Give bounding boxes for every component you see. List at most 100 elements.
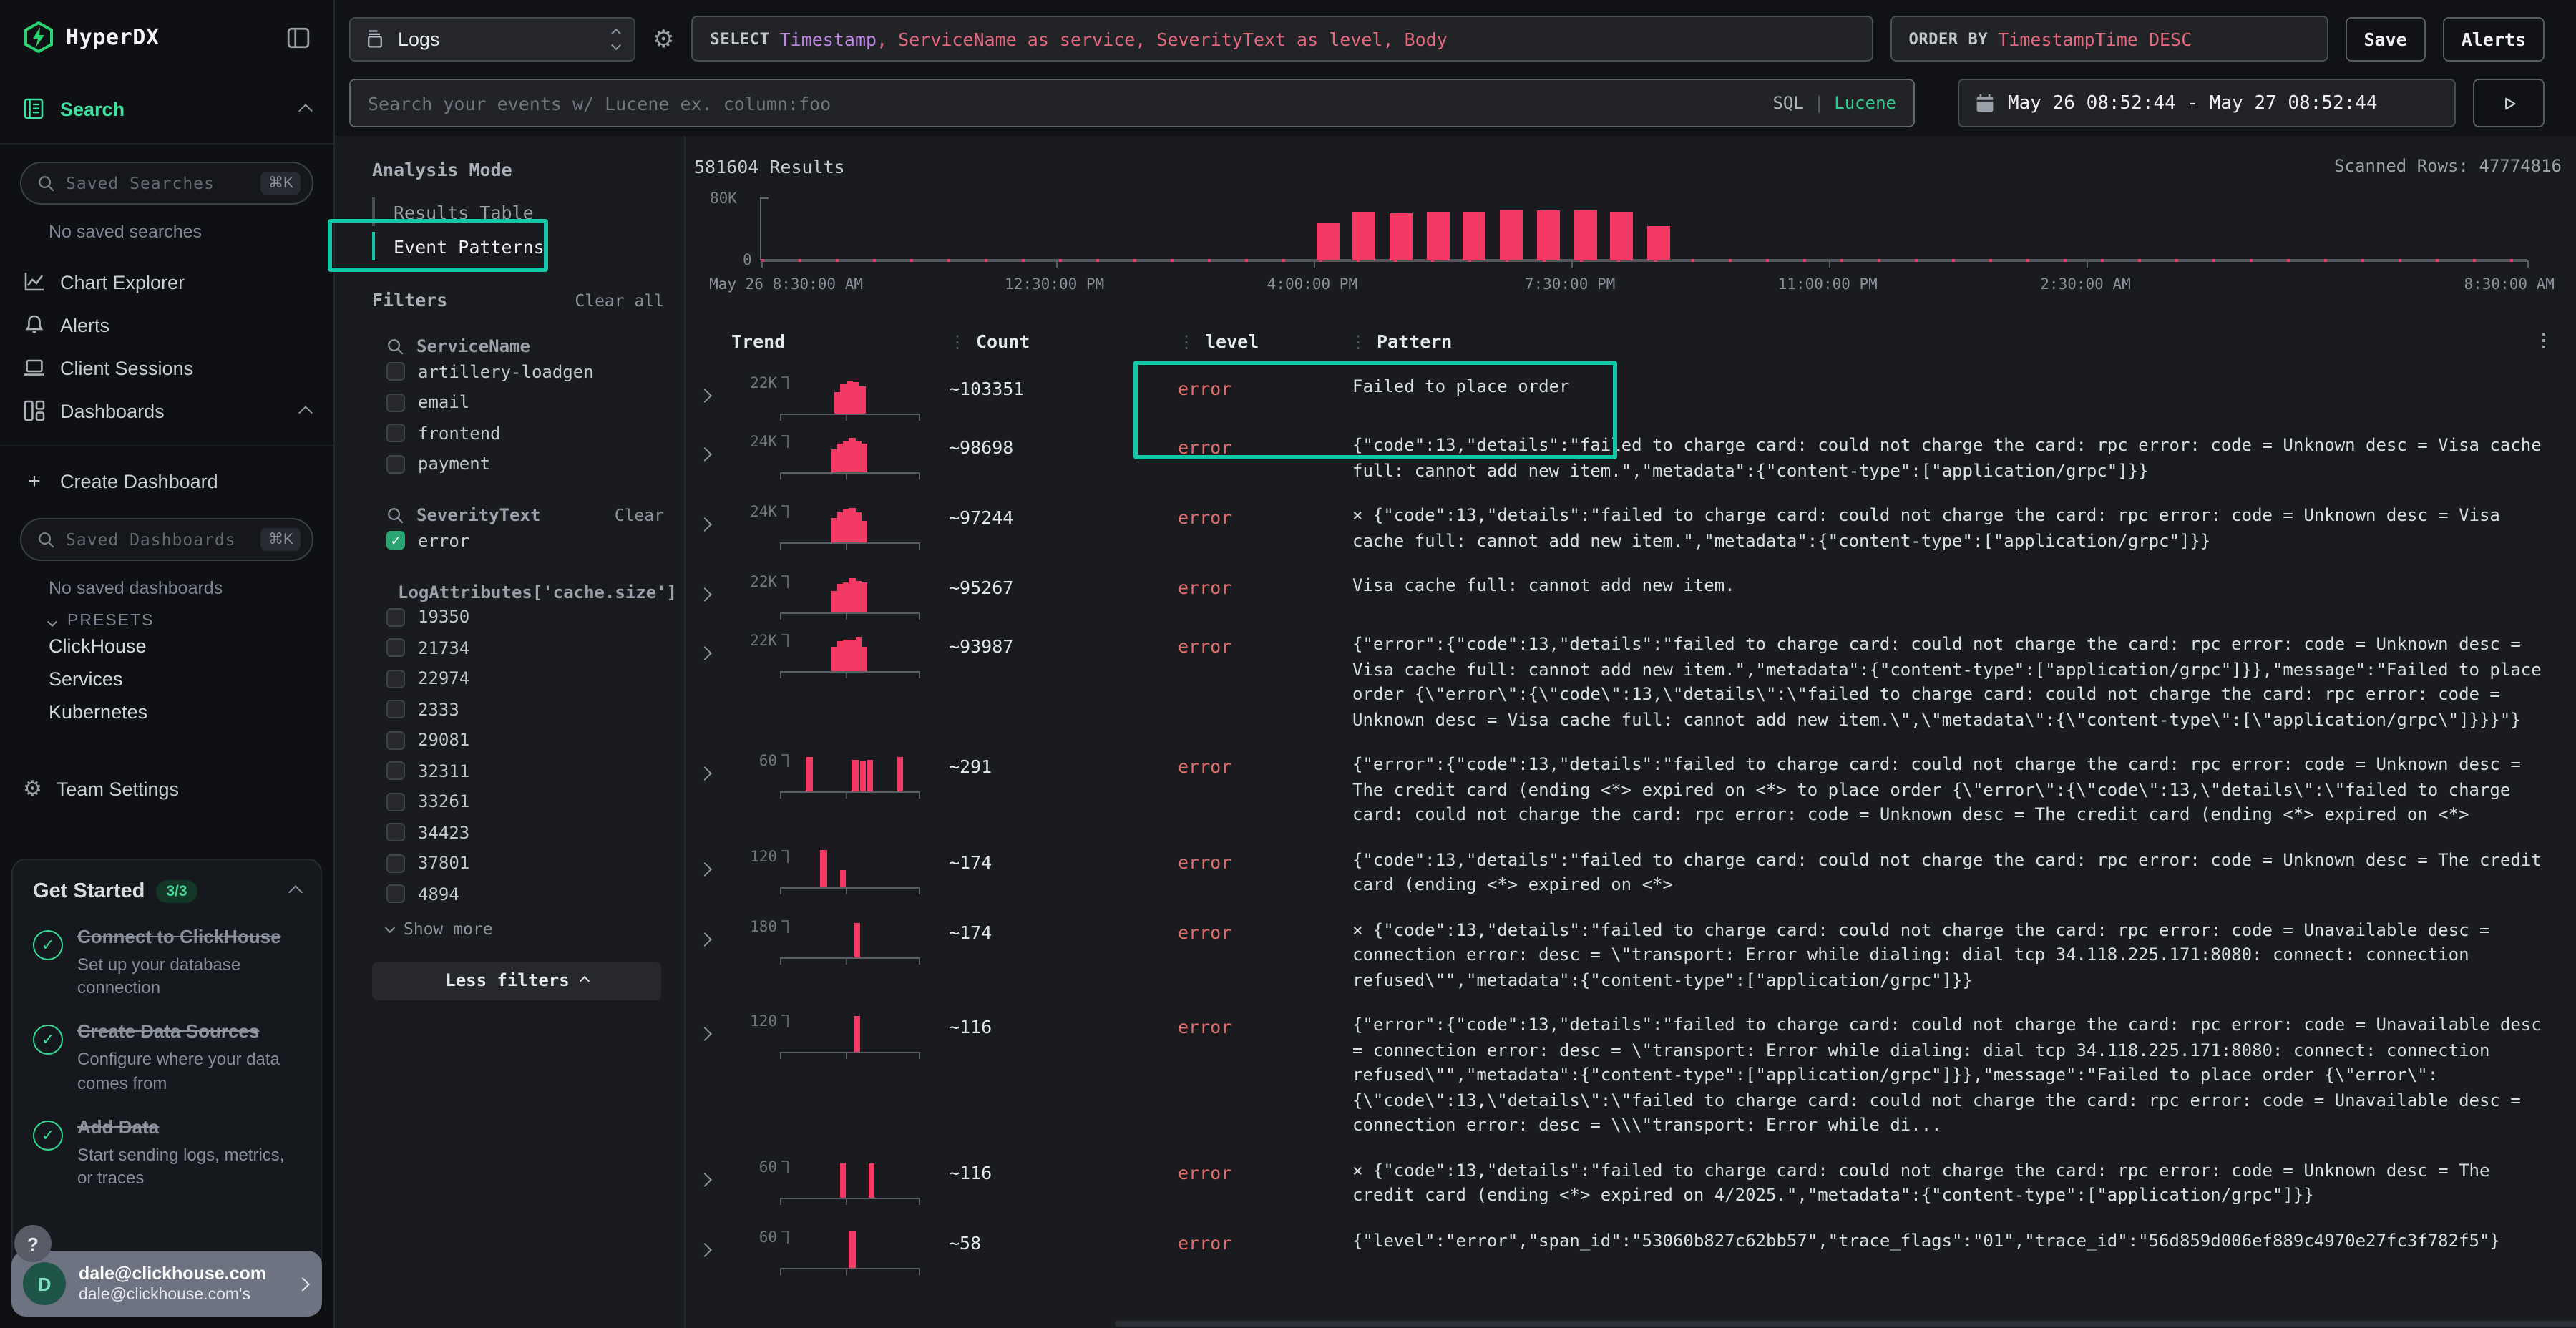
- get-started-item[interactable]: ✓ Add Data Start sending logs, metrics, …: [33, 1115, 301, 1190]
- clear-all-filters-link[interactable]: Clear all: [575, 290, 664, 311]
- help-button[interactable]: ?: [14, 1225, 52, 1262]
- row-expand-chevron-icon[interactable]: [694, 1153, 731, 1191]
- trend-y-label: 60: [731, 1227, 777, 1267]
- presets-toggle[interactable]: PRESETS: [0, 598, 333, 630]
- filter-option-error[interactable]: ✓ error: [372, 525, 664, 556]
- filter-option-37801[interactable]: 37801: [372, 848, 664, 879]
- trend-bar: [852, 759, 858, 791]
- filter-option-19350[interactable]: 19350: [372, 602, 664, 633]
- saved-searches-input[interactable]: Saved Searches ⌘K: [20, 162, 313, 205]
- collapse-sidebar-icon[interactable]: [286, 25, 311, 49]
- column-header-count[interactable]: ⋮Count: [949, 331, 1178, 352]
- chevron-up-icon[interactable]: [298, 405, 313, 419]
- column-header-level[interactable]: ⋮level: [1178, 331, 1350, 352]
- filter-option-artillery-loadgen[interactable]: artillery-loadgen: [372, 356, 664, 387]
- drag-handle-icon[interactable]: ⋮: [1350, 332, 1367, 352]
- preset-item-services[interactable]: Services: [0, 663, 333, 695]
- checkbox-unchecked[interactable]: [386, 885, 405, 904]
- checkbox-unchecked[interactable]: [386, 424, 405, 443]
- chevron-up-icon[interactable]: [298, 103, 313, 117]
- filter-option-21734[interactable]: 21734: [372, 633, 664, 663]
- alerts-button[interactable]: Alerts: [2443, 16, 2545, 61]
- checkbox-unchecked[interactable]: [386, 608, 405, 627]
- checkbox-checked[interactable]: ✓: [386, 532, 405, 550]
- row-expand-chevron-icon[interactable]: [694, 1007, 731, 1046]
- time-range-picker[interactable]: May 26 08:52:44 - May 27 08:52:44: [1958, 79, 2456, 127]
- row-expand-chevron-icon[interactable]: [694, 428, 731, 467]
- sidebar-item-client-sessions[interactable]: Client Sessions: [0, 348, 333, 388]
- filter-option-payment[interactable]: payment: [372, 449, 664, 479]
- sidebar-item-chart-explorer[interactable]: Chart Explorer: [0, 262, 333, 302]
- checkbox-unchecked[interactable]: [386, 394, 405, 412]
- language-toggle-lucene[interactable]: Lucene: [1834, 93, 1896, 113]
- filter-option-32311[interactable]: 32311: [372, 756, 664, 786]
- row-expand-chevron-icon[interactable]: [694, 1223, 731, 1261]
- save-button[interactable]: Save: [2345, 16, 2425, 61]
- row-expand-chevron-icon[interactable]: [694, 747, 731, 786]
- checkbox-unchecked[interactable]: [386, 639, 405, 658]
- checkbox-unchecked[interactable]: [386, 762, 405, 781]
- order-by-input[interactable]: ORDER BY TimestampTime DESC: [1890, 16, 2328, 62]
- clear-severity-filter-link[interactable]: Clear: [615, 505, 664, 525]
- row-expand-chevron-icon[interactable]: [694, 568, 731, 607]
- x-axis-tick-label: 7:30:00 PM: [1525, 276, 1615, 293]
- get-started-item[interactable]: ✓ Create Data Sources Configure where yo…: [33, 1020, 301, 1095]
- create-dashboard-label: Create Dashboard: [60, 470, 311, 492]
- get-started-item[interactable]: ✓ Connect to ClickHouse Set up your data…: [33, 924, 301, 1000]
- checkbox-unchecked[interactable]: [386, 854, 405, 873]
- filter-option-22974[interactable]: 22974: [372, 663, 664, 694]
- sidebar-item-dashboards[interactable]: Dashboards: [0, 391, 333, 431]
- row-expand-chevron-icon[interactable]: [694, 627, 731, 665]
- sidebar-item-search[interactable]: Search: [0, 89, 333, 129]
- filter-option-34423[interactable]: 34423: [372, 817, 664, 848]
- checkbox-unchecked[interactable]: [386, 793, 405, 811]
- checkbox-unchecked[interactable]: [386, 363, 405, 381]
- checkbox-unchecked[interactable]: [386, 731, 405, 750]
- event-search-input[interactable]: Search your events w/ Lucene ex. column:…: [349, 79, 1915, 127]
- preset-item-clickhouse[interactable]: ClickHouse: [0, 630, 333, 663]
- filter-option-2333[interactable]: 2333: [372, 694, 664, 725]
- filter-option-email[interactable]: email: [372, 387, 664, 418]
- drag-handle-icon[interactable]: ⋮: [949, 332, 966, 352]
- row-pattern: {"code":13,"details":"failed to charge c…: [1350, 428, 2562, 484]
- row-expand-chevron-icon[interactable]: [694, 369, 731, 408]
- checkbox-unchecked[interactable]: [386, 455, 405, 474]
- row-expand-chevron-icon[interactable]: [694, 912, 731, 951]
- preset-item-kubernetes[interactable]: Kubernetes: [0, 695, 333, 728]
- show-more-link[interactable]: Show more: [372, 918, 664, 938]
- saved-dashboards-input[interactable]: Saved Dashboards ⌘K: [20, 518, 313, 561]
- checkbox-unchecked[interactable]: [386, 824, 405, 842]
- filter-option-frontend[interactable]: frontend: [372, 418, 664, 449]
- horizontal-scrollbar[interactable]: [1115, 1321, 2576, 1327]
- checkbox-unchecked[interactable]: [386, 670, 405, 688]
- mode-results-table[interactable]: Results Table: [372, 195, 664, 229]
- run-query-button[interactable]: [2473, 79, 2545, 127]
- search-icon[interactable]: [386, 506, 405, 524]
- sidebar-item-team-settings[interactable]: ⚙ Team Settings: [0, 768, 333, 809]
- gear-icon[interactable]: ⚙: [653, 26, 675, 51]
- sidebar-item-dashboards-label: Dashboards: [60, 400, 286, 421]
- sidebar-item-alerts[interactable]: Alerts: [0, 305, 333, 345]
- chevron-up-icon[interactable]: [288, 885, 303, 899]
- row-expand-chevron-icon[interactable]: [694, 498, 731, 537]
- source-select[interactable]: Logs: [349, 16, 635, 61]
- create-dashboard-button[interactable]: + Create Dashboard: [0, 461, 333, 501]
- checkbox-unchecked[interactable]: [386, 700, 405, 719]
- user-menu[interactable]: D dale@clickhouse.com dale@clickhouse.co…: [11, 1251, 322, 1317]
- column-header-pattern[interactable]: ⋮Pattern: [1350, 331, 2562, 352]
- table-options-kebab-icon[interactable]: ⋮: [2534, 331, 2553, 352]
- search-icon: [37, 174, 56, 192]
- filter-option-29081[interactable]: 29081: [372, 725, 664, 756]
- language-toggle-sql[interactable]: SQL: [1772, 93, 1803, 113]
- avatar: D: [23, 1262, 66, 1305]
- select-clause-input[interactable]: SELECT Timestamp, ServiceName as service…: [692, 16, 1873, 62]
- drag-handle-icon[interactable]: ⋮: [1178, 332, 1195, 352]
- x-axis-tick-label: 12:30:00 PM: [1005, 276, 1104, 293]
- mode-event-patterns[interactable]: Event Patterns: [372, 229, 664, 263]
- filter-option-33261[interactable]: 33261: [372, 786, 664, 817]
- row-expand-chevron-icon[interactable]: [694, 842, 731, 881]
- less-filters-button[interactable]: Less filters: [372, 961, 661, 1000]
- results-histogram[interactable]: 80K 0: [760, 197, 2527, 260]
- search-icon[interactable]: [386, 337, 405, 356]
- filter-option-4894[interactable]: 4894: [372, 879, 664, 909]
